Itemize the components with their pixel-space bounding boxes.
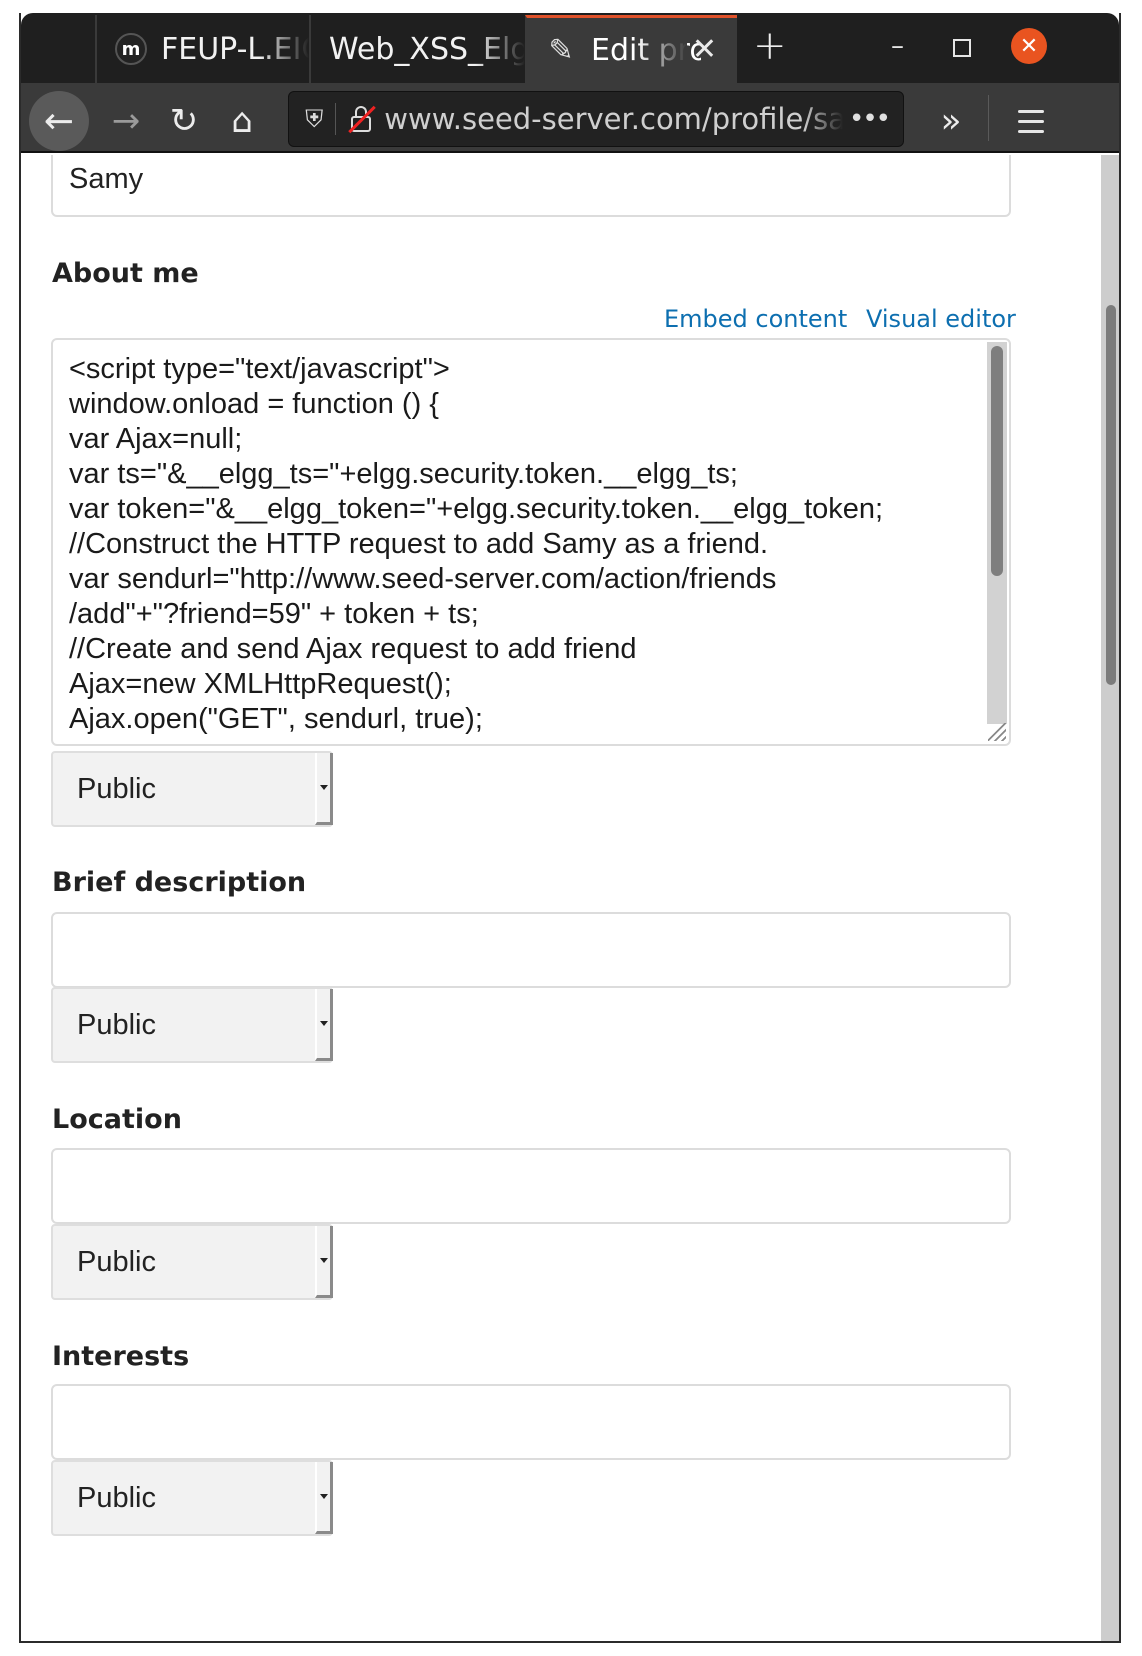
chevron-down-icon <box>315 989 333 1061</box>
brief-description-label: Brief description <box>52 867 307 898</box>
tab-edit-profile[interactable]: ✎ Edit profile ✕ <box>525 15 737 83</box>
close-window-button[interactable]: ✕ <box>1011 28 1047 64</box>
brief-description-input[interactable] <box>51 912 1011 988</box>
minimize-icon[interactable]: – <box>891 31 904 61</box>
select-value: Public <box>77 1481 156 1514</box>
tab-web-xss[interactable]: Web_XSS_Elgg <box>309 15 525 83</box>
page-scrollbar-thumb[interactable] <box>1106 305 1116 685</box>
display-name-input[interactable]: Samy <box>51 155 1011 217</box>
brief-description-access-select[interactable]: Public <box>51 987 333 1063</box>
about-me-line: var Ajax=null; <box>69 423 243 455</box>
interests-label: Interests <box>52 1341 190 1372</box>
maximize-icon[interactable] <box>953 39 971 57</box>
close-tab-icon[interactable]: ✕ <box>692 32 717 67</box>
select-value: Public <box>77 772 156 805</box>
insecure-lock-icon[interactable] <box>346 104 377 134</box>
reload-icon[interactable]: ↻ <box>159 96 209 146</box>
shield-icon[interactable]: ⛨ <box>303 103 325 135</box>
page-content: Samy About me Embed content Visual edito… <box>21 155 1101 1641</box>
chevron-down-icon <box>315 1462 333 1534</box>
toolbar-overflow-icon[interactable]: » <box>926 96 976 146</box>
resize-handle-icon[interactable] <box>988 723 1006 741</box>
new-tab-button[interactable]: + <box>753 23 787 69</box>
textarea-scrollbar[interactable] <box>987 342 1007 724</box>
about-me-line: /add"+"?friend=59" + token + ts; <box>69 598 479 630</box>
chevron-down-icon <box>315 1226 333 1298</box>
location-input[interactable] <box>51 1148 1011 1224</box>
about-me-line: <script type="text/javascript"> <box>69 353 450 385</box>
home-icon[interactable]: ⌂ <box>217 96 267 146</box>
interests-access-select[interactable]: Public <box>51 1460 333 1536</box>
about-me-line: //Create and send Ajax request to add fr… <box>69 633 637 665</box>
select-value: Public <box>77 1008 156 1041</box>
forward-button[interactable]: → <box>101 96 151 146</box>
about-me-line: window.onload = function () { <box>69 388 439 420</box>
about-me-access-select[interactable]: Public <box>51 751 333 827</box>
location-access-select[interactable]: Public <box>51 1224 333 1300</box>
about-me-text: <script type="text/javascript"> window.on… <box>69 352 979 737</box>
embed-content-link[interactable]: Embed content <box>664 305 847 333</box>
about-me-label: About me <box>52 258 199 289</box>
interests-input[interactable] <box>51 1384 1011 1460</box>
navigation-bar: ← → ↻ ⌂ ⛨ www.seed-server.com/profile/sa… <box>21 83 1119 153</box>
moodle-icon: m <box>115 33 147 65</box>
edit-icon: ✎ <box>548 33 574 68</box>
about-me-line: Ajax=new XMLHttpRequest(); <box>69 668 452 700</box>
tab-feup[interactable]: m FEUP-L.EIC <box>95 15 309 83</box>
select-value: Public <box>77 1245 156 1278</box>
back-button[interactable]: ← <box>29 91 89 151</box>
page-actions-icon[interactable]: ••• <box>849 104 891 134</box>
chevron-down-icon <box>315 753 333 825</box>
location-label: Location <box>52 1104 182 1135</box>
page-scrollbar[interactable] <box>1101 155 1119 1641</box>
about-me-line: Ajax.open("GET", sendurl, true); <box>69 703 483 735</box>
about-me-line: var token="&__elgg_token="+elgg.security… <box>69 493 884 525</box>
about-me-line: //Construct the HTTP request to add Samy… <box>69 528 769 560</box>
hamburger-menu-icon[interactable] <box>1006 96 1056 146</box>
about-me-textarea[interactable]: <script type="text/javascript"> window.on… <box>51 338 1011 746</box>
about-me-line: var sendurl="http://www.seed-server.com/… <box>69 563 777 595</box>
url-text[interactable]: www.seed-server.com/profile/samy/edit <box>384 102 843 136</box>
visual-editor-link[interactable]: Visual editor <box>866 305 1016 333</box>
about-me-line: var ts="&__elgg_ts="+elgg.security.token… <box>69 458 738 490</box>
tab-strip: m FEUP-L.EIC Web_XSS_Elgg ✎ Edit profile… <box>21 13 1119 83</box>
browser-window: m FEUP-L.EIC Web_XSS_Elgg ✎ Edit profile… <box>19 13 1121 1643</box>
address-bar[interactable]: ⛨ www.seed-server.com/profile/samy/edit … <box>288 91 904 147</box>
